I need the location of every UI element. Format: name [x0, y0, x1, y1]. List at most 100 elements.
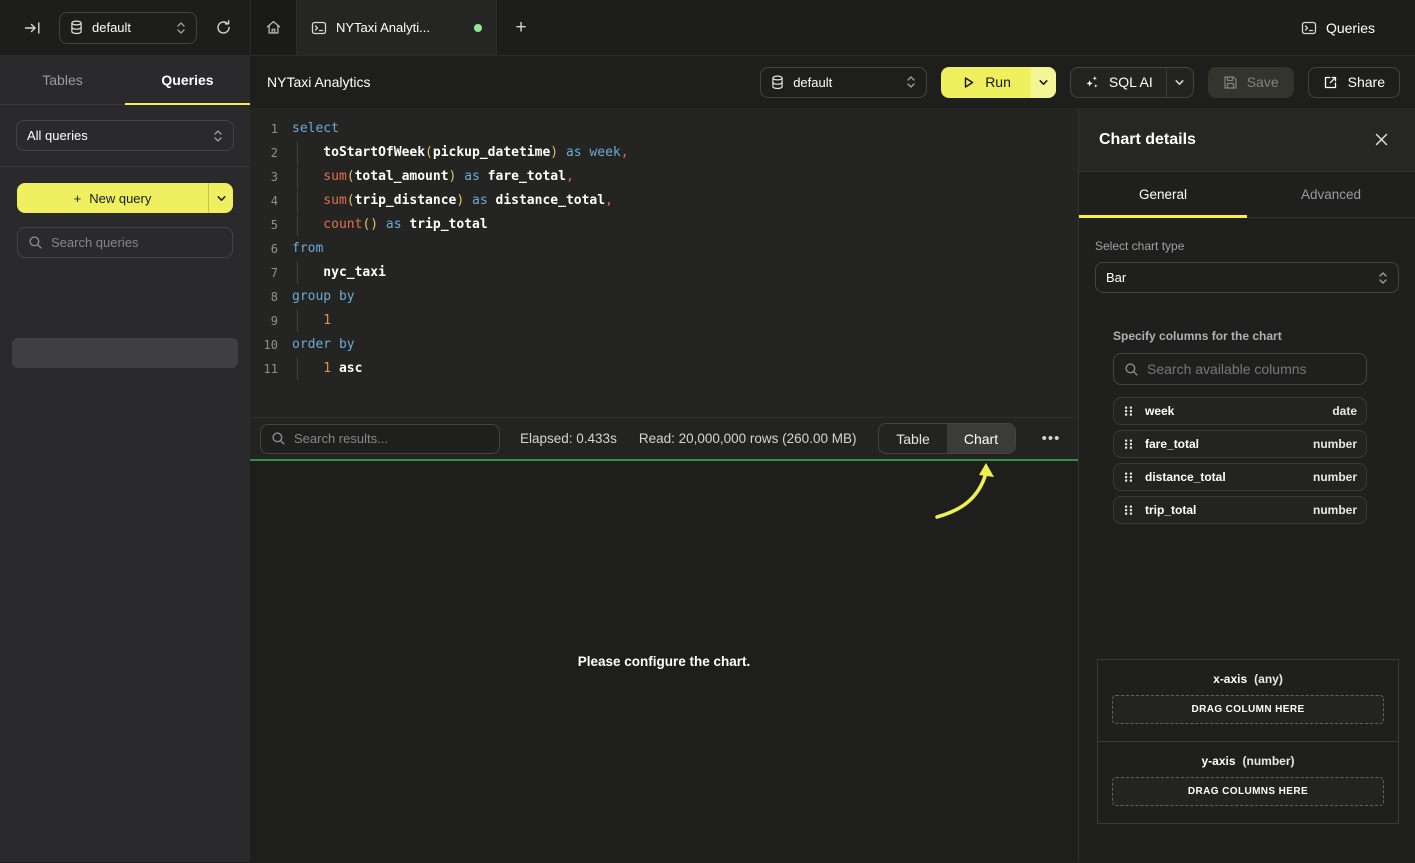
- run-database-value: default: [793, 75, 897, 90]
- collapse-sidebar-button[interactable]: [22, 19, 43, 37]
- close-icon: [1374, 132, 1389, 147]
- sql-line: 11 1 asc: [250, 357, 1078, 381]
- chart-type-select[interactable]: Bar: [1095, 262, 1399, 293]
- database-icon: [771, 75, 784, 90]
- line-number: 7: [250, 261, 278, 285]
- panel-tabs: General Advanced: [1079, 172, 1415, 218]
- axis-section: y-axis (number) DRAG COLUMNS HERE: [1098, 741, 1398, 823]
- sql-code: from: [292, 237, 323, 261]
- column-type: number: [1313, 470, 1357, 484]
- sql-code: sum(total_amount) as fare_total,: [292, 165, 574, 189]
- axis-title: x-axis (any): [1112, 672, 1384, 686]
- chart-column-item[interactable]: distance_total number: [1113, 463, 1367, 491]
- column-type: date: [1332, 404, 1357, 418]
- sql-line: 2 toStartOfWeek(pickup_datetime) as week…: [250, 141, 1078, 165]
- run-database-selector[interactable]: default: [760, 67, 927, 98]
- header-actions: default Run: [760, 67, 1400, 98]
- drag-handle-icon: [1123, 470, 1134, 484]
- updown-chevron-icon: [906, 75, 916, 89]
- axis-drop-zone[interactable]: DRAG COLUMN HERE: [1112, 695, 1384, 724]
- query-filter-value: All queries: [27, 128, 204, 143]
- axis-constraint: (number): [1243, 754, 1295, 768]
- drag-handle-icon: [1123, 437, 1134, 451]
- home-tab[interactable]: [250, 0, 297, 55]
- chart-empty-message: Please configure the chart.: [578, 654, 751, 669]
- queries-nav-button[interactable]: Queries: [1301, 0, 1375, 55]
- column-name: trip_total: [1145, 503, 1302, 517]
- panel-spacer: [1095, 529, 1399, 659]
- panel-tab-general[interactable]: General: [1079, 172, 1247, 217]
- panel-header: Chart details: [1079, 108, 1415, 172]
- sidebar-tab-queries[interactable]: Queries: [125, 56, 250, 104]
- line-number: 11: [250, 357, 278, 381]
- chart-column-item[interactable]: week date: [1113, 397, 1367, 425]
- sql-code: sum(trip_distance) as distance_total,: [292, 189, 613, 213]
- sql-code: select: [292, 117, 339, 141]
- query-list: Hacker News Pos... My query has a n... N…: [0, 268, 250, 374]
- query-tab[interactable]: NYTaxi Analyti...: [297, 0, 497, 55]
- save-label: Save: [1247, 74, 1279, 90]
- columns-search-input[interactable]: [1147, 362, 1356, 377]
- results-more-button[interactable]: •••: [1036, 430, 1066, 447]
- tab-strip: NYTaxi Analyti... +: [250, 0, 545, 55]
- line-number: 8: [250, 285, 278, 309]
- chart-type-label: Select chart type: [1095, 239, 1399, 253]
- database-selector[interactable]: default: [59, 12, 197, 44]
- sql-editor[interactable]: 1 select 2 toStartOfWeek(pickup_datetime…: [250, 108, 1078, 417]
- axis-section: x-axis (any) DRAG COLUMN HERE: [1098, 660, 1398, 741]
- share-button[interactable]: Share: [1308, 67, 1400, 98]
- column-type: number: [1313, 437, 1357, 451]
- sql-code: 1 asc: [292, 357, 362, 381]
- sql-code: order by: [292, 333, 355, 357]
- sidebar-tab-tables[interactable]: Tables: [0, 56, 125, 104]
- query-list-item[interactable]: NYTaxi Analytics: [12, 338, 238, 368]
- column-name: distance_total: [1145, 470, 1302, 484]
- annotation-arrow-icon: [930, 461, 1010, 531]
- run-options-dropdown[interactable]: [1031, 67, 1056, 98]
- save-button[interactable]: Save: [1208, 67, 1294, 98]
- query-filter-row: All queries: [0, 105, 250, 167]
- close-panel-button[interactable]: [1370, 128, 1393, 151]
- panel-tab-advanced[interactable]: Advanced: [1247, 172, 1415, 217]
- sql-ai-dropdown[interactable]: [1166, 68, 1193, 97]
- sql-code: count() as trip_total: [292, 213, 488, 237]
- view-toggle-chart[interactable]: Chart: [947, 424, 1015, 453]
- sql-ai-button[interactable]: SQL AI: [1070, 67, 1194, 98]
- share-icon: [1323, 75, 1338, 90]
- sidebar: Tables Queries All queries + New query: [0, 56, 250, 862]
- refresh-button[interactable]: [213, 17, 234, 38]
- line-number: 2: [250, 141, 278, 165]
- database-icon: [70, 20, 83, 35]
- sql-line: 3 sum(total_amount) as fare_total,: [250, 165, 1078, 189]
- column-name: fare_total: [1145, 437, 1302, 451]
- sql-line: 10 order by: [250, 333, 1078, 357]
- updown-chevron-icon: [1378, 271, 1388, 285]
- columns-list: week date fare_total number distance_tot…: [1113, 397, 1367, 524]
- new-query-dropdown[interactable]: [208, 183, 233, 213]
- view-toggle-table[interactable]: Table: [879, 424, 947, 453]
- updown-chevron-icon: [176, 21, 186, 35]
- share-label: Share: [1348, 74, 1385, 90]
- new-query-label: New query: [89, 191, 151, 206]
- topbar-spacer: [545, 0, 1301, 55]
- drop-zone-label: DRAG COLUMN HERE: [1191, 704, 1304, 715]
- query-filter-select[interactable]: All queries: [16, 120, 234, 151]
- query-tab-label: NYTaxi Analyti...: [336, 20, 465, 35]
- play-icon: [961, 75, 976, 90]
- new-tab-button[interactable]: +: [497, 0, 545, 55]
- drag-handle-icon: [1123, 404, 1134, 418]
- run-button[interactable]: Run: [941, 67, 1056, 98]
- queries-nav-label: Queries: [1326, 20, 1375, 36]
- chart-column-item[interactable]: trip_total number: [1113, 496, 1367, 524]
- workspace-body: 1 select 2 toStartOfWeek(pickup_datetime…: [250, 108, 1415, 862]
- sql-code: toStartOfWeek(pickup_datetime) as week,: [292, 141, 629, 165]
- results-search-input[interactable]: [294, 431, 489, 446]
- chart-type-value: Bar: [1106, 270, 1369, 285]
- chart-column-item[interactable]: fare_total number: [1113, 430, 1367, 458]
- new-query-button[interactable]: + New query: [17, 183, 233, 213]
- axis-drop-zone[interactable]: DRAG COLUMNS HERE: [1112, 777, 1384, 806]
- axis-constraint: (any): [1254, 672, 1283, 686]
- columns-section-label: Specify columns for the chart: [1113, 329, 1367, 343]
- sql-code: nyc_taxi: [292, 261, 386, 285]
- axis-name: x-axis: [1213, 672, 1247, 686]
